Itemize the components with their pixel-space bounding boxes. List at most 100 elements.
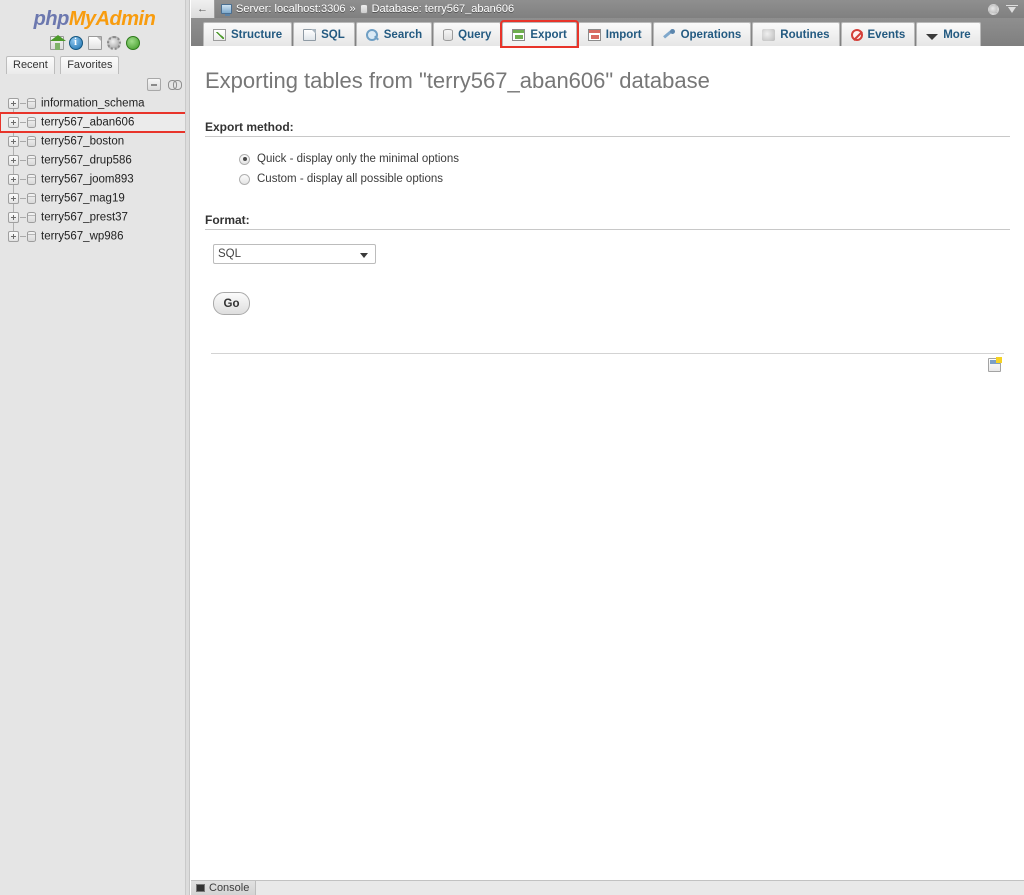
documentation-icon[interactable] (87, 36, 102, 50)
expand-icon[interactable] (8, 155, 19, 167)
tab-query[interactable]: Query (433, 22, 502, 46)
help-icon[interactable]: i (68, 36, 83, 50)
breadcrumb-server[interactable]: Server: localhost:3306 (236, 3, 345, 15)
tab-routines[interactable]: Routines (752, 22, 840, 46)
tab-label: Events (867, 28, 906, 41)
tab-favorites[interactable]: Favorites (60, 56, 120, 74)
server-icon (221, 4, 232, 16)
database-icon (359, 4, 368, 14)
tab-sql[interactable]: SQL (293, 22, 355, 46)
tab-label: Search (383, 28, 423, 41)
format-select[interactable]: SQL (213, 244, 376, 264)
collapse-navigation-icon[interactable] (1006, 4, 1018, 15)
tree-connector (20, 217, 26, 219)
expand-icon[interactable] (8, 231, 19, 243)
tab-events[interactable]: Events (840, 22, 916, 46)
radio-indicator-quick[interactable] (239, 153, 250, 165)
link-with-main-panel-icon[interactable] (168, 80, 183, 91)
tree-connector (20, 122, 26, 124)
logo-text-admin: Admin (95, 8, 156, 30)
sidebar-resizer[interactable] (185, 0, 190, 895)
tree-item-terry567-boston[interactable]: terry567_boston (0, 132, 189, 151)
tree-connector (20, 179, 26, 181)
tab-label: More (943, 28, 971, 41)
radio-label-quick: Quick - display only the minimal options (257, 153, 459, 165)
database-name: information_schema (41, 97, 145, 110)
database-tree: information_schema terry567_aban606 terr… (0, 92, 190, 246)
export-page-content: Exporting tables from "terry567_aban606"… (191, 46, 1024, 376)
console-toggle[interactable]: Console (191, 881, 257, 895)
export-method-section: Export method: Quick - display only the … (205, 120, 1010, 193)
home-icon[interactable] (49, 35, 66, 50)
tree-item-terry567-joom893[interactable]: terry567_joom893 (0, 170, 189, 189)
database-name: terry567_boston (41, 135, 125, 148)
logo-text-php: php (33, 8, 70, 30)
tree-item-terry567-prest37[interactable]: terry567_prest37 (0, 208, 189, 227)
tree-item-terry567-aban606[interactable]: terry567_aban606 (0, 112, 190, 133)
database-icon (27, 212, 36, 224)
expand-icon[interactable] (8, 117, 19, 129)
format-legend: Format: (205, 213, 1010, 230)
structure-icon (213, 28, 226, 41)
events-icon (850, 28, 863, 41)
breadcrumb-separator: » (349, 3, 356, 15)
breadcrumb: Server: localhost:3306 » Database: terry… (215, 3, 515, 16)
breadcrumb-database[interactable]: Database: terry567_aban606 (372, 3, 515, 15)
routines-icon (762, 28, 776, 41)
tree-connector (20, 160, 26, 162)
console-bar[interactable]: Console (191, 880, 1024, 895)
format-select-area: SQL (205, 230, 1010, 264)
search-icon (365, 28, 379, 41)
back-button[interactable]: ← (191, 0, 215, 18)
database-name: terry567_drup586 (41, 154, 132, 167)
database-icon (27, 117, 36, 129)
radio-option-quick[interactable]: Quick - display only the minimal options (239, 149, 1010, 169)
tab-export[interactable]: Export (500, 20, 579, 48)
new-window-icon[interactable] (988, 357, 1002, 372)
tab-structure[interactable]: Structure (203, 22, 293, 46)
database-icon (27, 98, 36, 110)
tree-item-terry567-drup586[interactable]: terry567_drup586 (0, 151, 189, 170)
query-icon (443, 28, 454, 41)
console-label: Console (209, 882, 250, 894)
database-name: terry567_prest37 (41, 211, 128, 224)
collapse-all-icon[interactable] (146, 78, 161, 92)
top-breadcrumb-bar: ← Server: localhost:3306 » Database: ter… (191, 0, 1024, 18)
database-name: terry567_wp986 (41, 230, 124, 243)
tree-item-terry567-mag19[interactable]: terry567_mag19 (0, 189, 189, 208)
expand-icon[interactable] (8, 174, 19, 186)
tab-search[interactable]: Search (355, 22, 433, 46)
import-icon (587, 28, 601, 41)
expand-icon[interactable] (8, 193, 19, 205)
radio-indicator-custom[interactable] (239, 173, 250, 185)
radio-option-custom[interactable]: Custom - display all possible options (239, 169, 1010, 189)
go-button[interactable]: Go (213, 292, 250, 315)
expand-icon[interactable] (8, 212, 19, 224)
page-icon-row (205, 354, 1010, 376)
tab-label: Routines (780, 28, 830, 41)
reload-icon[interactable] (125, 36, 140, 50)
go-button-area: Go (205, 264, 1010, 315)
expand-icon[interactable] (8, 98, 19, 110)
phpmyadmin-logo[interactable]: phpMyAdmin (0, 0, 189, 33)
settings-icon[interactable] (106, 36, 121, 50)
settings-gear-icon[interactable] (988, 3, 999, 15)
tree-item-information-schema[interactable]: information_schema (0, 94, 189, 113)
expand-icon[interactable] (8, 136, 19, 148)
tab-more[interactable]: More (916, 22, 981, 46)
tab-import[interactable]: Import (577, 22, 652, 46)
tree-connector (20, 141, 26, 143)
main-panel: ← Server: localhost:3306 » Database: ter… (191, 0, 1024, 895)
tree-item-terry567-wp986[interactable]: terry567_wp986 (0, 227, 189, 246)
tab-recent[interactable]: Recent (6, 56, 55, 74)
database-icon (27, 136, 36, 148)
export-method-options: Quick - display only the minimal options… (205, 137, 1010, 193)
format-section: Format: SQL (205, 213, 1010, 264)
radio-label-custom: Custom - display all possible options (257, 173, 444, 185)
tab-operations[interactable]: Operations (652, 22, 752, 46)
console-terminal-icon (196, 884, 205, 892)
chevron-down-icon (926, 33, 939, 40)
tab-label: Import (605, 28, 642, 41)
page-title: Exporting tables from "terry567_aban606"… (205, 68, 710, 93)
navigation-quick-icons: i (0, 33, 189, 54)
